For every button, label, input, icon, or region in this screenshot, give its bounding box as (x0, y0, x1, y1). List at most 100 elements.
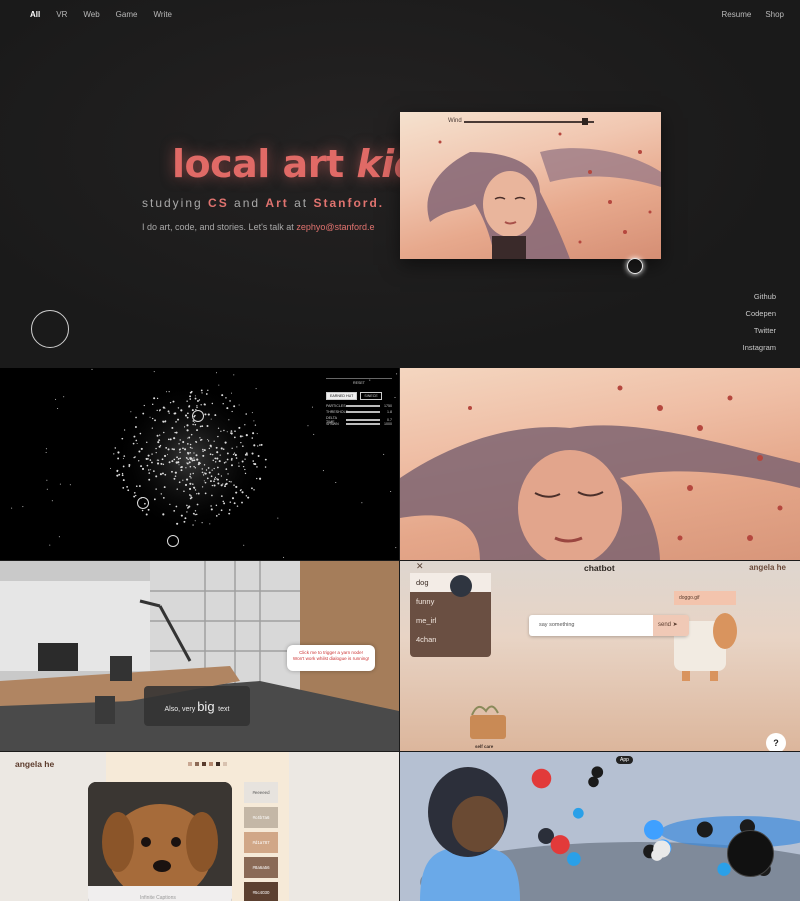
particle (177, 418, 180, 421)
control-row[interactable]: THRESHOLD 1.8 (326, 410, 392, 414)
particle (178, 443, 180, 445)
particle (173, 477, 176, 480)
control-row[interactable]: PARTICLES 1750 (326, 404, 392, 408)
nav-shop[interactable]: Shop (765, 10, 784, 19)
color-swatch[interactable]: #c4b7a6 (244, 807, 278, 828)
send-button[interactable]: send ➤ (653, 615, 689, 636)
particle (256, 433, 258, 435)
scroll-ring-icon[interactable] (31, 310, 69, 348)
particle (168, 412, 170, 414)
project-tile-wind-art[interactable] (400, 368, 800, 560)
particle (202, 454, 205, 457)
particle (217, 466, 219, 469)
project-tile-chatbot[interactable]: chatbot angela he ✕ dog funny me_irl 4ch… (400, 561, 800, 751)
particle (390, 490, 392, 492)
particle (121, 437, 124, 440)
particle (116, 470, 119, 473)
color-swatch[interactable]: #8a6a56 (244, 857, 278, 878)
particle (194, 423, 197, 426)
sub-text: and (228, 196, 266, 210)
dialogue-big-text: big (197, 699, 219, 714)
particle (242, 465, 245, 468)
particle (146, 464, 149, 467)
project-tile-palette[interactable]: angela he Infinite Captions #eeeeed #c4b7… (0, 752, 399, 901)
nav-vr[interactable]: VR (56, 10, 67, 19)
mode-button-on[interactable]: EARNED HUT (326, 392, 358, 400)
particle (178, 481, 181, 484)
particle (212, 454, 214, 456)
chatbot-title: chatbot (584, 563, 615, 573)
nav-web[interactable]: Web (83, 10, 99, 19)
particle (253, 489, 255, 491)
particle (168, 461, 171, 463)
reset-button[interactable]: RESET (326, 378, 392, 385)
project-tile-particles[interactable]: RESET EARNED HUT SINECE PARTICLES 1750 TH… (0, 368, 399, 560)
color-swatch[interactable]: #5c4030 (244, 882, 278, 901)
particle (236, 505, 239, 507)
particle (149, 459, 152, 461)
particle (196, 493, 198, 495)
project-tile-vr-avatar[interactable]: App (400, 752, 800, 901)
particle (171, 426, 174, 429)
control-row[interactable]: SPAWN 1000 (326, 422, 392, 426)
particle (157, 441, 160, 444)
particle (213, 467, 215, 470)
twitter-link[interactable]: Twitter (743, 322, 776, 339)
particle (207, 467, 210, 469)
particle (193, 452, 195, 454)
particle (224, 485, 226, 488)
particle (226, 407, 229, 410)
particle (228, 419, 230, 421)
record-button[interactable] (727, 830, 774, 877)
particle (152, 470, 155, 472)
particle (136, 443, 138, 445)
particle (224, 441, 227, 444)
close-icon[interactable]: ✕ (416, 561, 424, 572)
github-link[interactable]: Github (743, 288, 776, 305)
particle (225, 482, 228, 485)
particle-attractor-ring[interactable] (137, 497, 149, 509)
particle (151, 461, 153, 464)
particle (172, 400, 175, 403)
particle (173, 437, 176, 440)
particle (187, 412, 189, 415)
instagram-link[interactable]: Instagram (743, 339, 776, 356)
particle (169, 503, 171, 505)
help-button[interactable]: ? (766, 733, 786, 751)
particle (175, 421, 177, 423)
particle (221, 394, 224, 397)
particle (46, 488, 48, 490)
particle (211, 494, 213, 497)
nav-write[interactable]: Write (153, 10, 172, 19)
app-badge[interactable]: App (616, 756, 633, 764)
topic-item[interactable]: 4chan (410, 630, 491, 649)
particle (241, 460, 244, 463)
particle (251, 412, 253, 414)
particle (146, 441, 148, 444)
topic-item[interactable]: me_irl (410, 611, 491, 630)
palette-dot (188, 762, 192, 766)
mode-button-off[interactable]: SINECE (360, 392, 382, 400)
project-tile-office-vr[interactable]: Click me to trigger a yarn node! Won't w… (0, 561, 399, 751)
nav-resume[interactable]: Resume (722, 10, 752, 19)
nav-game[interactable]: Game (116, 10, 138, 19)
particle (245, 452, 248, 455)
yarn-node-bubble[interactable]: Click me to trigger a yarn node! Won't w… (287, 645, 375, 671)
particle (187, 507, 189, 509)
topic-item[interactable]: funny (410, 592, 491, 611)
particle (211, 402, 214, 405)
particle-attractor-ring[interactable] (167, 535, 179, 547)
particle-attractor-ring[interactable] (192, 410, 204, 422)
featured-artwork-card[interactable]: Wind (400, 112, 661, 259)
social-links: Github Codepen Twitter Instagram (743, 288, 776, 356)
email-link[interactable]: zephyo@stanford.e (296, 222, 374, 232)
color-swatch[interactable]: #d1a787 (244, 832, 278, 853)
particle (225, 397, 227, 399)
color-swatch[interactable]: #eeeeed (244, 782, 278, 803)
codepen-link[interactable]: Codepen (743, 305, 776, 322)
nav-all[interactable]: All (30, 10, 40, 19)
particle (202, 450, 204, 453)
particle (155, 451, 157, 454)
particle (226, 452, 229, 455)
particle (147, 458, 149, 460)
